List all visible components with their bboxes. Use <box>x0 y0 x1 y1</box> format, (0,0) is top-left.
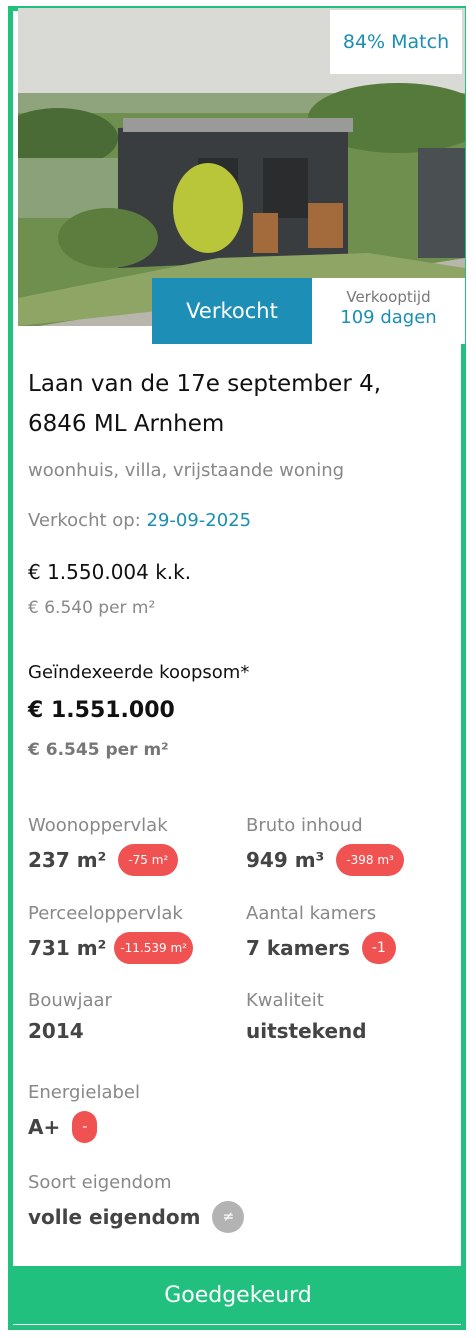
feature-value: 7 kamers <box>246 936 350 960</box>
diff-badge: - <box>72 1111 98 1143</box>
sell-time-value: 109 dagen <box>340 307 437 328</box>
diff-badge-neutral: ≠ <box>212 1201 245 1233</box>
approved-button[interactable]: Goedgekeurd <box>13 1266 463 1324</box>
feature-rooms: Aantal kamers 7 kamers -1 <box>246 903 396 964</box>
address-line-1: Laan van de 17e september 4, <box>28 371 382 397</box>
feature-volume: Bruto inhoud 949 m³ -398 m³ <box>246 815 404 876</box>
feature-year: Bouwjaar 2014 <box>28 990 112 1043</box>
diff-badge: -398 m³ <box>336 844 404 876</box>
sell-time-box: Verkooptijd 109 dagen <box>312 278 465 344</box>
diff-badge: -75 m² <box>118 844 179 876</box>
feature-value: A+ <box>28 1115 61 1139</box>
feature-living-area: Woonoppervlak 237 m² -75 m² <box>28 815 179 876</box>
sold-on: Verkocht op: 29-09-2025 <box>28 510 251 531</box>
indexed-price-per-m2: € 6.545 per m² <box>28 740 169 760</box>
feature-energy-label: Energielabel A+ - <box>28 1082 140 1143</box>
feature-plot: Perceeloppervlak 731 m² -11.539 m² <box>28 903 193 964</box>
feature-label: Bouwjaar <box>28 990 112 1011</box>
feature-label: Energielabel <box>28 1082 140 1103</box>
feature-label: Kwaliteit <box>246 990 324 1011</box>
feature-label: Perceeloppervlak <box>28 903 183 924</box>
match-badge: 84% Match <box>330 10 462 74</box>
sell-time-label: Verkooptijd <box>346 288 431 306</box>
sold-status-badge: Verkocht <box>152 278 312 344</box>
sold-on-label: Verkocht op: <box>28 510 147 531</box>
feature-label: Soort eigendom <box>28 1172 172 1193</box>
diff-badge: -1 <box>361 932 396 964</box>
feature-ownership: Soort eigendom volle eigendom ≠ <box>28 1172 245 1233</box>
feature-label: Woonoppervlak <box>28 815 168 836</box>
sold-on-date: 29-09-2025 <box>146 510 252 531</box>
indexed-price: € 1.551.000 <box>28 698 175 723</box>
feature-value: 949 m³ <box>246 848 325 872</box>
feature-value: uitstekend <box>246 1019 367 1043</box>
property-types: woonhuis, villa, vrijstaande woning <box>28 460 345 481</box>
price-per-m2: € 6.540 per m² <box>28 598 156 618</box>
indexed-price-label: Geïndexeerde koopsom* <box>28 662 250 683</box>
feature-quality: Kwaliteit uitstekend <box>246 990 367 1043</box>
feature-value: volle eigendom <box>28 1205 201 1229</box>
feature-value: 731 m² <box>28 936 107 960</box>
feature-label: Bruto inhoud <box>246 815 363 836</box>
diff-badge: -11.539 m² <box>114 932 193 964</box>
feature-value: 2014 <box>28 1019 84 1043</box>
asking-price: € 1.550.004 k.k. <box>28 560 192 584</box>
feature-label: Aantal kamers <box>246 903 377 924</box>
feature-value: 237 m² <box>28 848 107 872</box>
address[interactable]: Laan van de 17e september 4, 6846 ML Arn… <box>28 364 448 444</box>
address-line-2: 6846 ML Arnhem <box>28 411 225 437</box>
